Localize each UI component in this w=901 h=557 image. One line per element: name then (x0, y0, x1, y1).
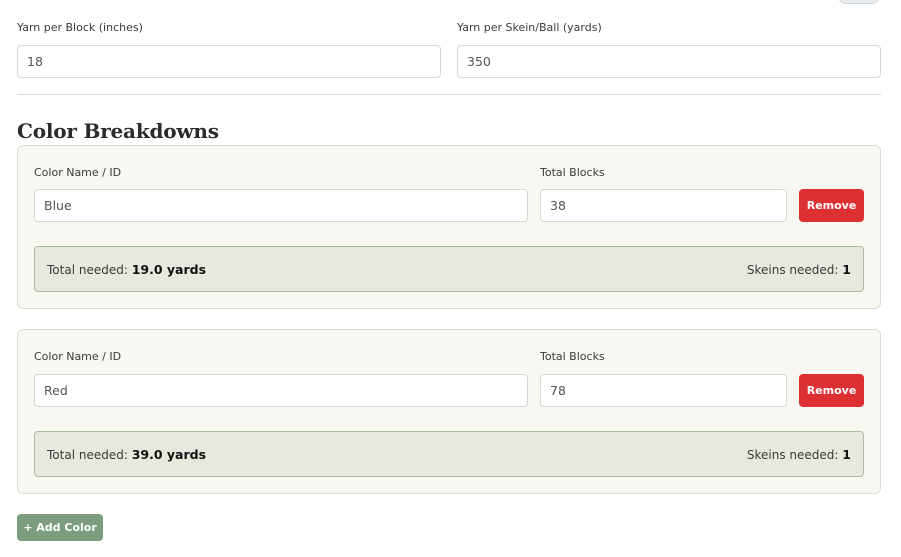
total-needed-label: Total needed: (47, 263, 128, 277)
partially-visible-control[interactable] (838, 0, 880, 4)
color-name-input[interactable] (34, 374, 528, 407)
total-blocks-input[interactable] (540, 189, 787, 222)
color-breakdowns-title: Color Breakdowns (17, 119, 219, 143)
total-needed-value: 39.0 yards (131, 447, 207, 462)
skeins-needed-value: 1 (842, 447, 851, 462)
color-name-label: Color Name / ID (34, 350, 122, 363)
skeins-needed-label: Skeins needed: (746, 263, 839, 277)
yarn-calculator-page: Yarn per Block (inches) Yarn per Skein/B… (0, 0, 901, 557)
remove-color-button[interactable]: Remove (799, 374, 864, 407)
skeins-needed-label: Skeins needed: (746, 448, 839, 462)
total-blocks-input[interactable] (540, 374, 787, 407)
skeins-needed-value: 1 (842, 262, 851, 277)
color-card: Color Name / ID Total Blocks Remove Tota… (17, 145, 881, 309)
yarn-per-block-input[interactable] (17, 45, 441, 78)
total-needed-label: Total needed: (47, 448, 128, 462)
color-summary: Total needed: 39.0 yards Skeins needed: … (34, 431, 864, 477)
yarn-per-skein-input[interactable] (457, 45, 881, 78)
total-needed: Total needed: 39.0 yards (47, 447, 206, 462)
skeins-needed: Skeins needed: 1 (747, 447, 851, 462)
yarn-per-skein-label: Yarn per Skein/Ball (yards) (457, 21, 602, 34)
yarn-per-block-label: Yarn per Block (inches) (17, 21, 143, 34)
add-color-button[interactable]: + Add Color (17, 514, 103, 541)
color-card: Color Name / ID Total Blocks Remove Tota… (17, 329, 881, 494)
color-name-input[interactable] (34, 189, 528, 222)
color-summary: Total needed: 19.0 yards Skeins needed: … (34, 246, 864, 292)
total-blocks-label: Total Blocks (540, 350, 605, 363)
total-blocks-label: Total Blocks (540, 166, 605, 179)
color-name-label: Color Name / ID (34, 166, 122, 179)
total-needed-value: 19.0 yards (131, 262, 207, 277)
skeins-needed: Skeins needed: 1 (747, 262, 851, 277)
remove-color-button[interactable]: Remove (799, 189, 864, 222)
section-divider (17, 94, 881, 95)
total-needed: Total needed: 19.0 yards (47, 262, 206, 277)
